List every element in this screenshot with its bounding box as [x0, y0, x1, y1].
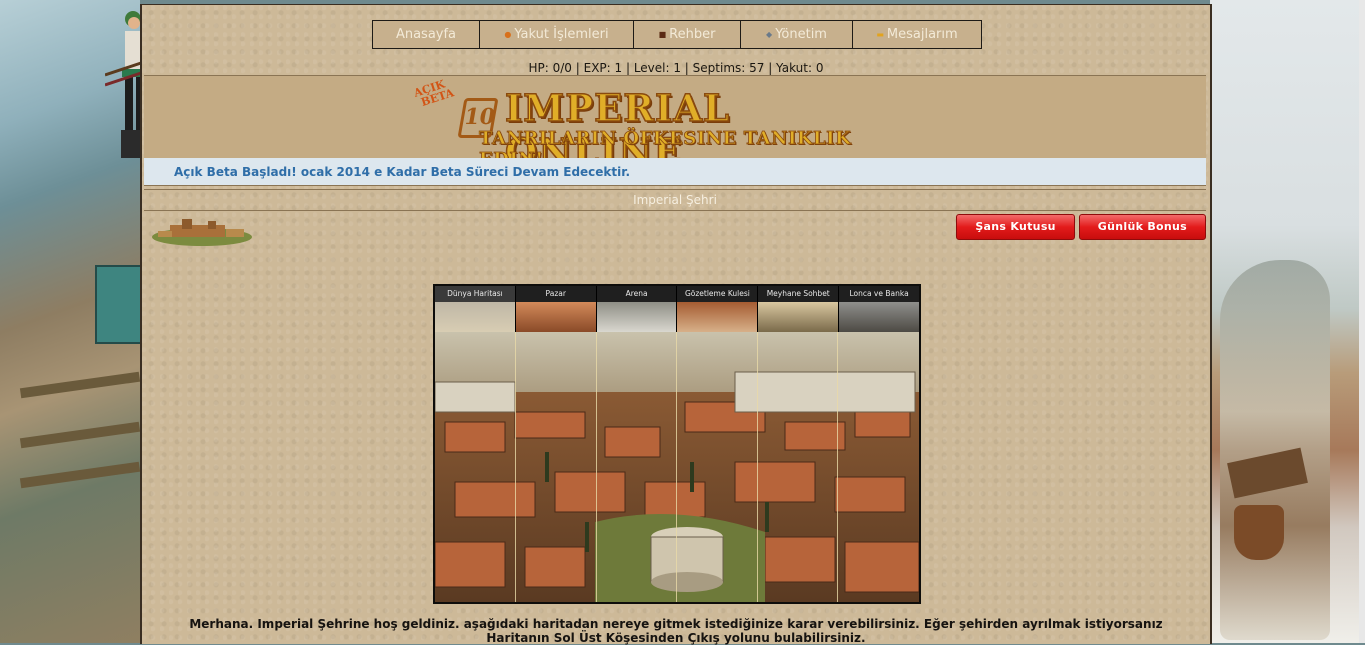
tab-tavern[interactable]: Meyhane Sohbet [758, 286, 840, 332]
tab-label: Arena [596, 286, 677, 302]
tab-thumbnail [839, 302, 919, 332]
header-banner: AÇIK BETA 10 IMPERIAL ONLINE TANRILARIN … [144, 75, 1206, 175]
tab-watchtower[interactable]: Gözetleme Kulesi [677, 286, 759, 332]
player-stats: HP: 0/0 | EXP: 1 | Level: 1 | Septims: 5… [528, 61, 824, 75]
tab-market[interactable]: Pazar [515, 286, 597, 332]
background-figure [1220, 260, 1330, 640]
tab-label: Meyhane Sohbet [758, 286, 839, 302]
nav-guide[interactable]: ■ Rehber [634, 21, 741, 48]
caption-line-1: Merhana. Imperial Şehrine hoş geldiniz. … [189, 617, 1163, 631]
nav-admin-label: Yönetim [775, 27, 827, 42]
announcement-bar: Açık Beta Başladı! ocak 2014 e Kadar Bet… [144, 158, 1206, 186]
nav-guide-label: Rehber [669, 27, 716, 42]
scrollbar-track[interactable] [1359, 0, 1365, 643]
tab-thumbnail [515, 302, 596, 332]
background-bar [19, 421, 141, 449]
gallery-divider [596, 332, 597, 602]
luck-box-button[interactable]: Şans Kutusu [956, 214, 1075, 240]
tab-label: Pazar [515, 286, 596, 302]
ruby-icon: ● [504, 29, 512, 39]
daily-bonus-button[interactable]: Günlük Bonus [1078, 214, 1206, 240]
nav-ruby-label: Yakut İşlemleri [514, 27, 609, 42]
gallery-divider [676, 332, 677, 602]
game-logo[interactable]: AÇIK BETA 10 IMPERIAL ONLINE TANRILARIN … [409, 76, 909, 175]
section-title: Imperial Şehri [144, 189, 1206, 211]
tab-arena[interactable]: Arena [596, 286, 678, 332]
tab-label: Gözetleme Kulesi [677, 286, 758, 302]
right-background-art [1210, 0, 1365, 643]
admin-icon: ◆ [766, 29, 773, 39]
gallery-tabs: Dünya Haritası Pazar Arena Gözetleme Kul… [435, 286, 919, 332]
background-tower [95, 265, 144, 344]
nav-messages-label: Mesajlarım [886, 27, 958, 42]
city-map-gallery: Dünya Haritası Pazar Arena Gözetleme Kul… [433, 284, 921, 604]
tab-thumbnail [758, 302, 839, 332]
tab-world-map[interactable]: Dünya Haritası [435, 286, 516, 332]
nav-home-label: Anasayfa [395, 27, 457, 42]
tab-thumbnail [435, 302, 515, 332]
nav-admin[interactable]: ◆ Yönetim [741, 21, 853, 48]
guide-icon: ■ [658, 29, 667, 39]
nav-messages[interactable]: ▬ Mesajlarım [853, 21, 981, 48]
city-map-image[interactable] [435, 332, 919, 602]
background-pouch [1234, 505, 1284, 560]
welcome-caption: Merhana. Imperial Şehrine hoş geldiniz. … [142, 617, 1210, 645]
background-bar [19, 371, 141, 399]
background-bar [19, 461, 141, 489]
gallery-divider [515, 332, 516, 602]
tab-guild-bank[interactable]: Lonca ve Banka [839, 286, 919, 332]
nav-ruby-operations[interactable]: ● Yakut İşlemleri [480, 21, 634, 48]
action-buttons: Şans Kutusu Günlük Bonus [956, 214, 1206, 240]
city-icon[interactable] [150, 215, 255, 247]
mail-icon: ▬ [876, 29, 884, 39]
tab-label: Dünya Haritası [435, 286, 515, 302]
gallery-divider [837, 332, 838, 602]
top-navigation: Anasayfa ● Yakut İşlemleri ■ Rehber ◆ Yö… [372, 20, 982, 49]
tab-label: Lonca ve Banka [839, 286, 919, 302]
tab-thumbnail [596, 302, 677, 332]
tab-thumbnail [677, 302, 758, 332]
nav-home[interactable]: Anasayfa [373, 21, 480, 48]
gallery-divider [757, 332, 758, 602]
main-container: Anasayfa ● Yakut İşlemleri ■ Rehber ◆ Yö… [140, 4, 1212, 645]
beta-ribbon: AÇIK BETA [412, 77, 455, 110]
